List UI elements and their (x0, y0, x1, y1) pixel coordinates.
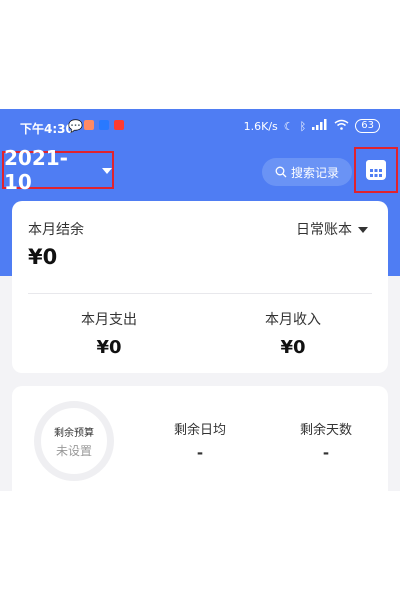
status-time: 下午4:30 (20, 122, 74, 136)
month-selector[interactable]: 2021-10 (2, 146, 114, 194)
search-button[interactable]: 搜索记录 (262, 158, 352, 186)
remaining-days-label: 剩余天数 (299, 423, 352, 438)
budget-ring-status: 未设置 (55, 443, 92, 458)
expense-label: 本月支出 (81, 312, 137, 328)
remaining-days-stat: 剩余天数 - (276, 419, 376, 462)
balance-label: 本月结余 (28, 222, 84, 238)
status-right: 1.6K/s ☾ ᛒ 63 (244, 119, 380, 133)
top-bar: 2021-10 搜索记录 (0, 145, 400, 195)
monthly-summary-card: 本月结余 ¥0 日常账本 本月支出 ¥0 本月收入 ¥0 (12, 201, 388, 373)
signal-icon (312, 119, 328, 133)
app-notification-icon (84, 120, 94, 130)
daily-average-stat: 剩余日均 - (150, 419, 250, 462)
calendar-icon (366, 160, 386, 180)
search-icon (275, 166, 287, 178)
app-screen: 下午4:30 💬 1.6K/s ☾ ᛒ 63 2021-10 搜索记录 本月结余… (0, 109, 400, 491)
balance-value: ¥0 (28, 245, 58, 269)
remaining-days-value: - (322, 444, 330, 462)
chevron-down-icon (102, 168, 112, 174)
moon-icon: ☾ (283, 119, 294, 133)
income-value: ¥0 (280, 337, 306, 358)
divider (28, 293, 372, 294)
chevron-down-icon (358, 227, 368, 233)
calendar-button[interactable] (354, 147, 398, 193)
budget-card[interactable]: 剩余预算 未设置 剩余日均 - 剩余天数 - (12, 386, 388, 491)
account-book-label: 日常账本 (296, 222, 352, 238)
net-speed: 1.6K/s (243, 119, 278, 133)
income-stat[interactable]: 本月收入 ¥0 (218, 309, 368, 358)
month-value: 2021-10 (4, 146, 68, 194)
app-notification-icon (99, 120, 109, 130)
expense-stat[interactable]: 本月支出 ¥0 (34, 309, 184, 358)
bluetooth-icon: ᛒ (299, 119, 307, 133)
account-book-selector[interactable]: 日常账本 (296, 219, 368, 239)
daily-average-label: 剩余日均 (173, 423, 226, 438)
wifi-icon (334, 119, 349, 133)
chat-icon: 💬 (68, 119, 83, 133)
status-bar: 下午4:30 💬 1.6K/s ☾ ᛒ 63 (0, 109, 400, 145)
search-label: 搜索记录 (290, 165, 339, 180)
app-notification-icon (114, 120, 124, 130)
daily-average-value: - (196, 444, 204, 462)
budget-ring-title: 剩余预算 (54, 427, 94, 439)
battery-indicator: 63 (355, 119, 380, 133)
expense-value: ¥0 (96, 337, 122, 358)
budget-ring[interactable]: 剩余预算 未设置 (34, 401, 114, 481)
income-label: 本月收入 (265, 312, 321, 328)
